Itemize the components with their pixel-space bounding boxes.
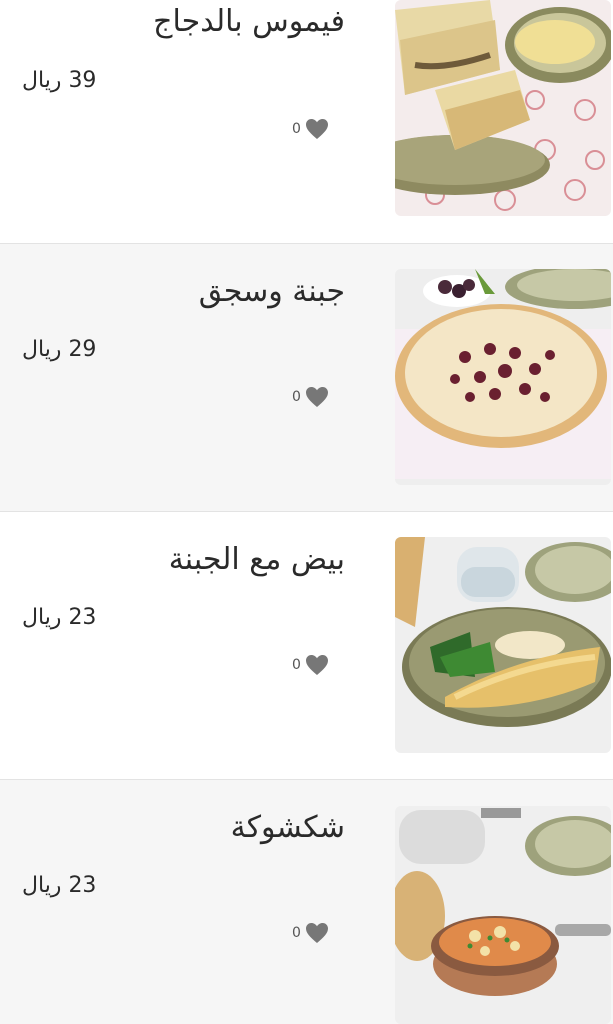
item-name: فيموس بالدجاج <box>153 4 345 39</box>
chicken-fimos-wrap-photo <box>395 0 611 216</box>
item-name: شكشوكة <box>230 810 345 845</box>
heart-icon <box>305 119 328 139</box>
shakshuka-photo <box>395 806 611 1024</box>
like-button[interactable]: 0 <box>292 386 329 408</box>
menu-item[interactable]: شكشوكة 23 ريال 0 <box>0 780 613 1024</box>
item-price: 23 ريال <box>22 873 97 898</box>
like-button[interactable]: 0 <box>292 922 329 944</box>
item-name: بيض مع الجبنة <box>168 542 345 577</box>
item-price: 23 ريال <box>22 605 97 630</box>
menu-item[interactable]: جبنة وسجق 29 ريال 0 <box>0 244 613 512</box>
heart-icon <box>305 923 328 943</box>
like-count: 0 <box>292 925 301 941</box>
menu-list: فيموس بالدجاج 39 ريال 0 جبنة وسجق 29 ريا… <box>0 0 613 1024</box>
item-name: جبنة وسجق <box>198 274 345 309</box>
like-count: 0 <box>292 389 301 405</box>
menu-item[interactable]: فيموس بالدجاج 39 ريال 0 <box>0 0 613 244</box>
item-price: 29 ريال <box>22 337 97 362</box>
like-count: 0 <box>292 657 301 673</box>
item-price: 39 ريال <box>22 68 97 93</box>
heart-icon <box>305 387 328 407</box>
heart-icon <box>305 655 328 675</box>
eggs-with-cheese-photo <box>395 537 611 753</box>
menu-item[interactable]: بيض مع الجبنة 23 ريال 0 <box>0 512 613 780</box>
like-count: 0 <box>292 121 301 137</box>
like-button[interactable]: 0 <box>292 654 329 676</box>
like-button[interactable]: 0 <box>292 118 329 140</box>
cheese-sausage-pie-photo <box>395 269 611 485</box>
